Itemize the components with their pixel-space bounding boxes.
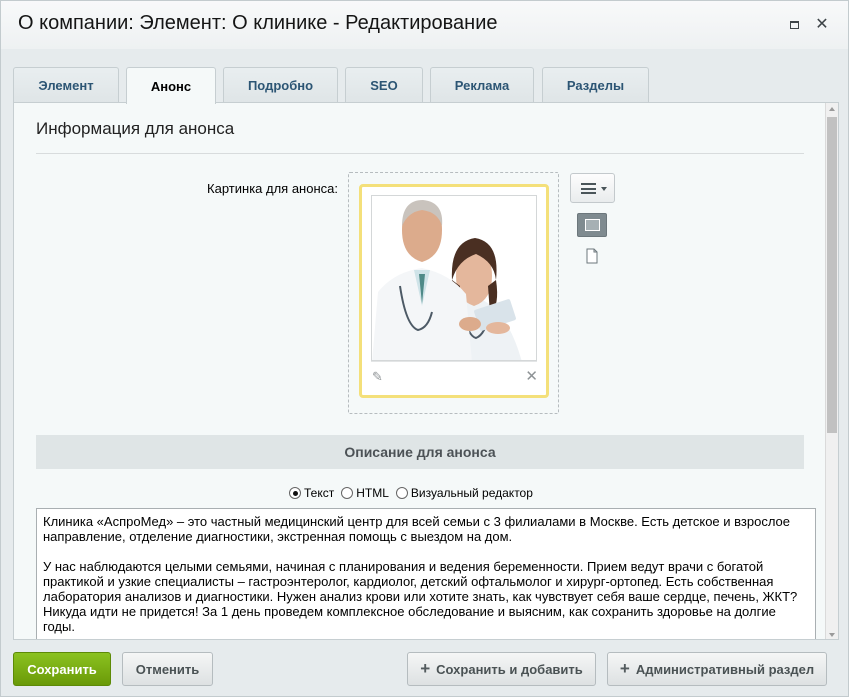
edit-image-icon[interactable]: ✎ — [372, 369, 383, 385]
tab-announce[interactable]: Анонс — [126, 67, 216, 104]
mode-html-radio[interactable]: HTML — [341, 486, 389, 500]
menu-icon — [581, 183, 596, 194]
description-paragraph: Клиника «АспроМед» – это частный медицин… — [43, 514, 791, 544]
tab-details[interactable]: Подробно — [223, 67, 338, 102]
tab-element[interactable]: Элемент — [13, 67, 119, 102]
image-icon — [585, 219, 600, 231]
image-menu-button[interactable] — [570, 173, 615, 203]
image-mode-button[interactable] — [577, 213, 607, 237]
section-divider — [36, 153, 804, 154]
chevron-down-icon — [601, 187, 607, 191]
file-mode-button[interactable] — [585, 248, 599, 264]
radio-icon — [341, 487, 354, 499]
tab-content-panel: Информация для анонса Картинка для анонс… — [13, 102, 839, 640]
doctors-photo — [372, 196, 536, 360]
description-header: Описание для анонса — [36, 435, 804, 469]
tab-sections[interactable]: Разделы — [542, 67, 649, 102]
maximize-button[interactable] — [786, 17, 802, 33]
save-button[interactable]: Сохранить — [13, 652, 111, 686]
panel-scrollbar[interactable] — [825, 103, 838, 639]
scroll-down-icon[interactable] — [829, 633, 835, 637]
description-mode-group: Текст HTML Визуальный редактор — [289, 486, 540, 500]
radio-icon — [395, 487, 408, 499]
admin-section-button[interactable]: + Административный раздел — [607, 652, 827, 686]
radio-checked-icon — [289, 487, 301, 499]
dialog-title: О компании: Элемент: О клинике - Редакти… — [18, 12, 498, 34]
mode-visual-radio[interactable]: Визуальный редактор — [395, 486, 533, 500]
remove-image-icon[interactable]: ✕ — [525, 367, 538, 385]
image-dropzone[interactable]: ✎ ✕ — [348, 172, 559, 414]
titlebar: О компании: Элемент: О клинике - Редакти… — [1, 1, 848, 49]
section-title: Информация для анонса — [36, 119, 235, 138]
scroll-thumb[interactable] — [827, 117, 837, 433]
save-and-add-button[interactable]: + Сохранить и добавить — [407, 652, 596, 686]
cancel-button[interactable]: Отменить — [122, 652, 213, 686]
file-icon — [586, 248, 598, 264]
scroll-up-icon[interactable] — [829, 107, 835, 111]
plus-icon: + — [619, 659, 630, 678]
tab-advertising[interactable]: Реклама — [430, 67, 534, 102]
image-card: ✎ ✕ — [359, 184, 549, 398]
announce-image[interactable] — [371, 195, 537, 361]
description-textarea[interactable]: Клиника «АспроМед» – это частный медицин… — [36, 508, 816, 639]
mode-text-radio[interactable]: Текст — [289, 486, 334, 500]
tab-seo[interactable]: SEO — [345, 67, 423, 102]
close-button[interactable]: ✕ — [814, 17, 830, 33]
plus-icon: + — [420, 659, 431, 678]
edit-dialog: О компании: Элемент: О клинике - Редакти… — [0, 0, 849, 697]
description-paragraph: У нас наблюдаются целыми семьями, начина… — [43, 559, 798, 634]
maximize-icon — [789, 21, 799, 29]
close-icon: ✕ — [815, 16, 829, 33]
image-field-label: Картинка для анонса: — [207, 181, 338, 196]
